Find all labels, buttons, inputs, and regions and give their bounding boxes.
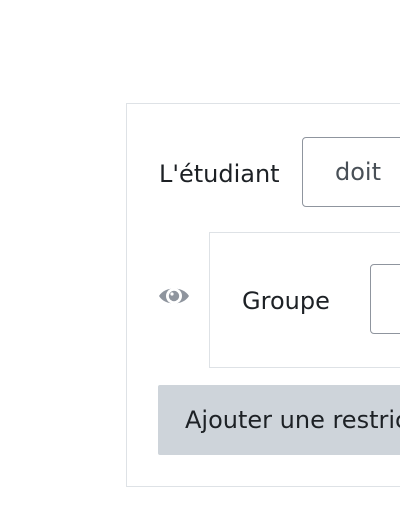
- visibility-toggle[interactable]: [157, 282, 191, 310]
- group-label: Groupe: [242, 287, 330, 315]
- add-restriction-label: Ajouter une restriction: [185, 406, 400, 434]
- add-restriction-button[interactable]: Ajouter une restriction: [158, 385, 400, 455]
- student-label: L'étudiant: [159, 160, 280, 188]
- must-select-value: doit: [335, 158, 381, 186]
- must-select[interactable]: doit: [302, 137, 400, 207]
- group-select[interactable]: [370, 264, 400, 334]
- page-viewport: L'étudiant doit Groupe Ajouter une restr…: [0, 0, 400, 516]
- eye-icon: [159, 288, 189, 304]
